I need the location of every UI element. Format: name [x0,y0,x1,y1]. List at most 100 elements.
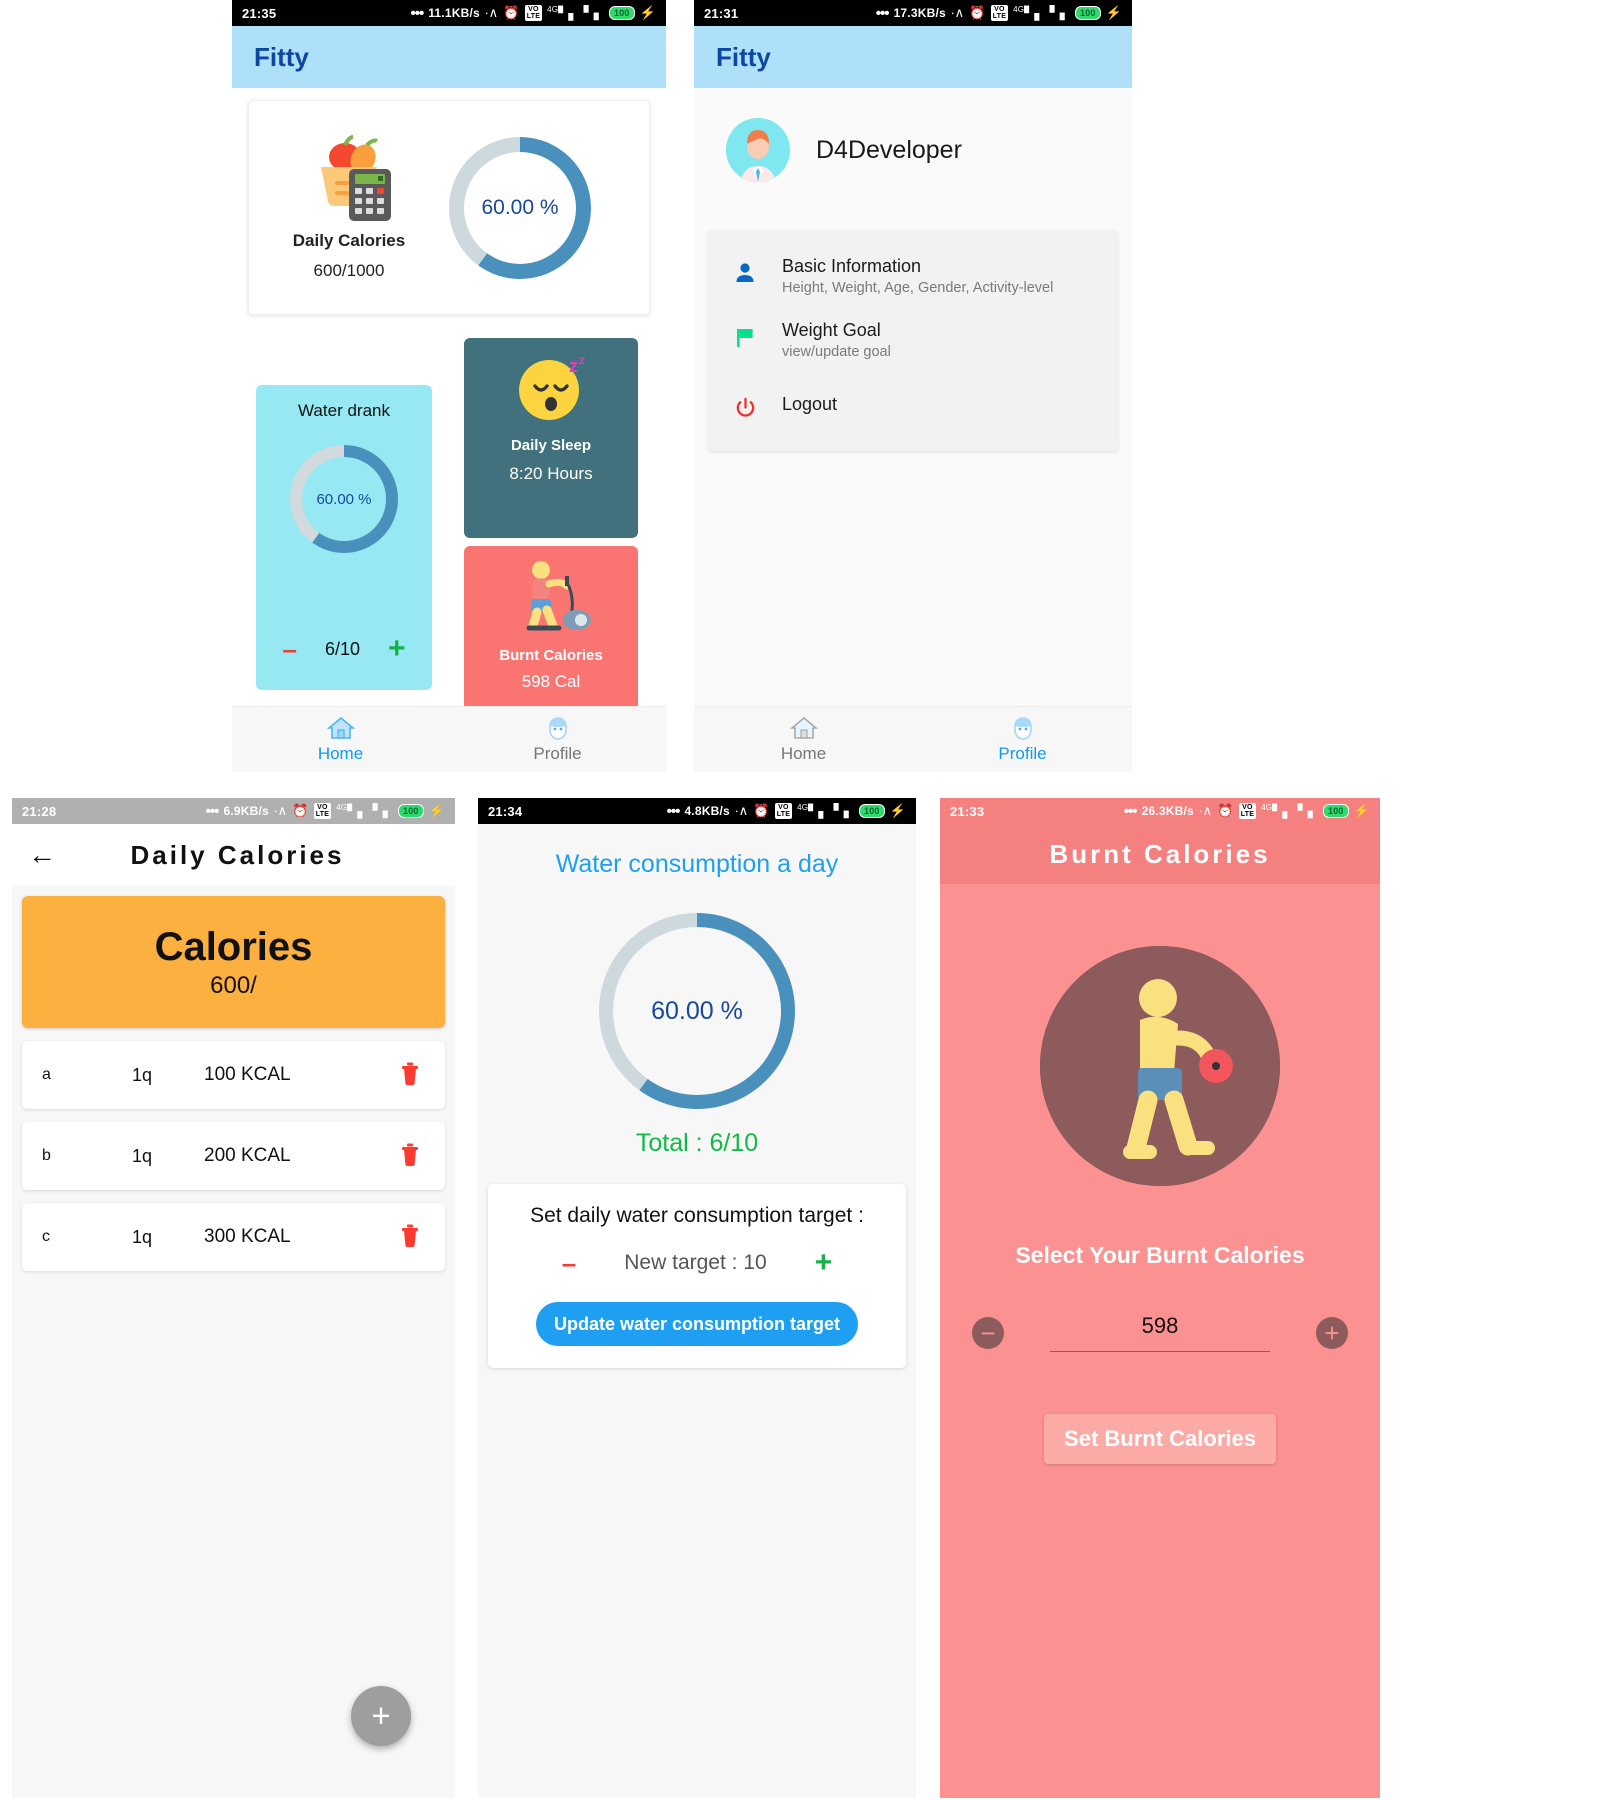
status-icons: ••• 6.9KB/s ∙∧ ⏰ VO LTE 4G▘▖ ▘▖ 100 ⚡ [206,803,445,820]
nav-item-home[interactable]: Home [694,707,913,772]
phone-screen-daily-calories: 21:28 ••• 6.9KB/s ∙∧ ⏰ VO LTE 4G▘▖ ▘▖ 100… [12,798,455,1798]
svg-text:z: z [569,356,578,376]
menu-item-weight-goal[interactable]: Weight Goal view/update goal [708,310,1118,374]
alarm-icon: ⏰ [292,803,309,818]
vegetables-calculator-icon [301,134,397,223]
person-icon [730,256,760,298]
exercise-bike-icon [464,546,638,643]
user-avatar[interactable] [726,118,790,182]
network-speed: 6.9KB/s [223,804,269,818]
trash-icon[interactable] [375,1142,445,1171]
screenshot-canvas: 21:35 ••• 11.1KB/s ∙∧ ⏰ VO LTE 4G▘▖ ▘▖ 10… [0,0,1600,1800]
food-name: a [42,1066,51,1083]
water-consumption-donut: 60.00 % [599,913,795,1109]
status-time: 21:31 [704,5,739,21]
app-bar: ← Daily Calories [12,824,455,886]
water-total-label: Total : 6/10 [635,1129,759,1157]
profile-username: D4Developer [816,135,962,164]
svg-text:z: z [579,354,585,367]
status-bar: 21:33 ••• 26.3KB/s ∙∧ ⏰ VO LTE 4G▘▖ ▘▖ 10… [940,798,1380,824]
nav-label-home: Home [317,744,364,763]
signal-bars-icon: ▘▖ [583,5,604,20]
burnt-stepper: − 598 + [940,1313,1380,1352]
burnt-plus-button[interactable]: + [1316,1316,1348,1349]
volte-icon: VO LTE [774,803,793,819]
calories-banner: Calories 600/ [22,896,445,1028]
bottom-navigation: Home Profile [232,706,666,772]
menu-item-logout[interactable]: Logout [708,374,1118,431]
burnt-value-input[interactable]: 598 [1050,1313,1270,1352]
app-title: Fitty [716,41,771,72]
water-percent-label: 60.00 % [316,490,372,508]
more-dots-icon: ••• [1123,802,1138,820]
back-arrow-icon[interactable]: ← [28,839,76,871]
menu-title: Basic Information [782,256,922,276]
water-card-title: Water drank [298,401,390,420]
network-speed: 4.8KB/s [684,804,730,818]
alarm-icon: ⏰ [1217,803,1234,818]
food-name: c [42,1228,50,1245]
water-drank-card[interactable]: Water drank 60.00 % – 6/10 + [256,385,432,690]
home-content: Daily Calories 600/1000 60.00 % Water dr… [232,88,666,772]
target-plus-button[interactable]: + [815,1248,833,1278]
page-title: Burnt Calories [1049,838,1271,869]
add-food-button[interactable]: + [351,1686,411,1746]
charging-icon: ⚡ [639,5,656,20]
battery-icon: 100 [1322,804,1349,818]
target-minus-button[interactable]: – [562,1250,576,1276]
food-quantity: 1q [132,1226,153,1247]
battery-icon: 100 [858,804,885,818]
sleep-value: 8:20 Hours [509,464,593,483]
status-icons: ••• 17.3KB/s ∙∧ ⏰ VO LTE 4G▘▖ ▘▖ 100 ⚡ [876,5,1122,22]
food-quantity: 1q [132,1064,153,1085]
menu-subtitle: Height, Weight, Age, Gender, Activity-le… [782,280,1054,296]
menu-title: Logout [782,394,838,415]
signal-4g-icon: 4G▘▖ [336,802,368,819]
table-row[interactable]: a 1q 100 KCAL [22,1041,445,1109]
nav-label-home: Home [780,744,827,763]
headphone-icon: ∙∧ [1198,803,1213,818]
charging-icon: ⚡ [1105,5,1122,20]
water-minus-button[interactable]: – [282,636,296,662]
burnt-calories-card[interactable]: Burnt Calories 598 Cal [464,546,638,711]
status-bar: 21:35 ••• 11.1KB/s ∙∧ ⏰ VO LTE 4G▘▖ ▘▖ 10… [232,0,666,26]
new-target-label: New target : 10 [624,1251,767,1274]
profile-menu-card: Basic Information Height, Weight, Age, G… [708,230,1118,452]
burnt-minus-button[interactable]: − [972,1316,1004,1349]
water-stepper: – 6/10 + [256,634,432,664]
app-title: Fitty [254,41,309,72]
phone-screen-water: 21:34 ••• 4.8KB/s ∙∧ ⏰ VO LTE 4G▘▖ ▘▖ 100… [478,798,916,1798]
signal-4g-icon: 4G▘▖ [547,4,579,21]
menu-subtitle: view/update goal [782,344,891,361]
set-burnt-calories-button[interactable]: Set Burnt Calories [1044,1414,1276,1464]
more-dots-icon: ••• [205,802,220,820]
trash-icon[interactable] [375,1061,445,1090]
headphone-icon: ∙∧ [950,5,965,20]
alarm-icon: ⏰ [753,803,770,818]
signal-bars-icon: ▘▖ [1049,5,1070,20]
daily-calories-card[interactable]: Daily Calories 600/1000 60.00 % [248,100,650,315]
signal-bars-icon: ▘▖ [1297,803,1318,818]
table-row[interactable]: c 1q 300 KCAL [22,1203,445,1271]
water-plus-button[interactable]: + [388,634,406,664]
nav-item-profile[interactable]: Profile [449,707,666,772]
nav-item-profile[interactable]: Profile [913,707,1132,772]
phone-screen-burnt-calories: 21:33 ••• 26.3KB/s ∙∧ ⏰ VO LTE 4G▘▖ ▘▖ 10… [940,798,1380,1798]
daily-calories-title: Daily Calories [292,230,406,250]
daily-sleep-card[interactable]: z z Daily Sleep 8:20 Hours [464,338,638,538]
profile-content: D4Developer Basic Information Height, We… [694,88,1132,772]
menu-item-basic-information[interactable]: Basic Information Height, Weight, Age, G… [708,246,1118,310]
signal-4g-icon: 4G▘▖ [1261,802,1293,819]
page-title: Water consumption a day [555,850,839,878]
burnt-title: Burnt Calories [499,647,603,664]
status-icons: ••• 11.1KB/s ∙∧ ⏰ VO LTE 4G▘▖ ▘▖ 100 ⚡ [410,5,656,22]
menu-item-text: Weight Goal view/update goal [782,320,891,362]
status-icons: ••• 4.8KB/s ∙∧ ⏰ VO LTE 4G▘▖ ▘▖ 100 ⚡ [667,803,906,820]
trash-icon[interactable] [375,1223,445,1252]
battery-icon: 100 [1074,6,1101,20]
daily-calories-info: Daily Calories 600/1000 [249,134,449,281]
more-dots-icon: ••• [410,4,424,22]
table-row[interactable]: b 1q 200 KCAL [22,1122,445,1190]
update-water-target-button[interactable]: Update water consumption target [536,1302,858,1346]
nav-item-home[interactable]: Home [232,707,449,772]
